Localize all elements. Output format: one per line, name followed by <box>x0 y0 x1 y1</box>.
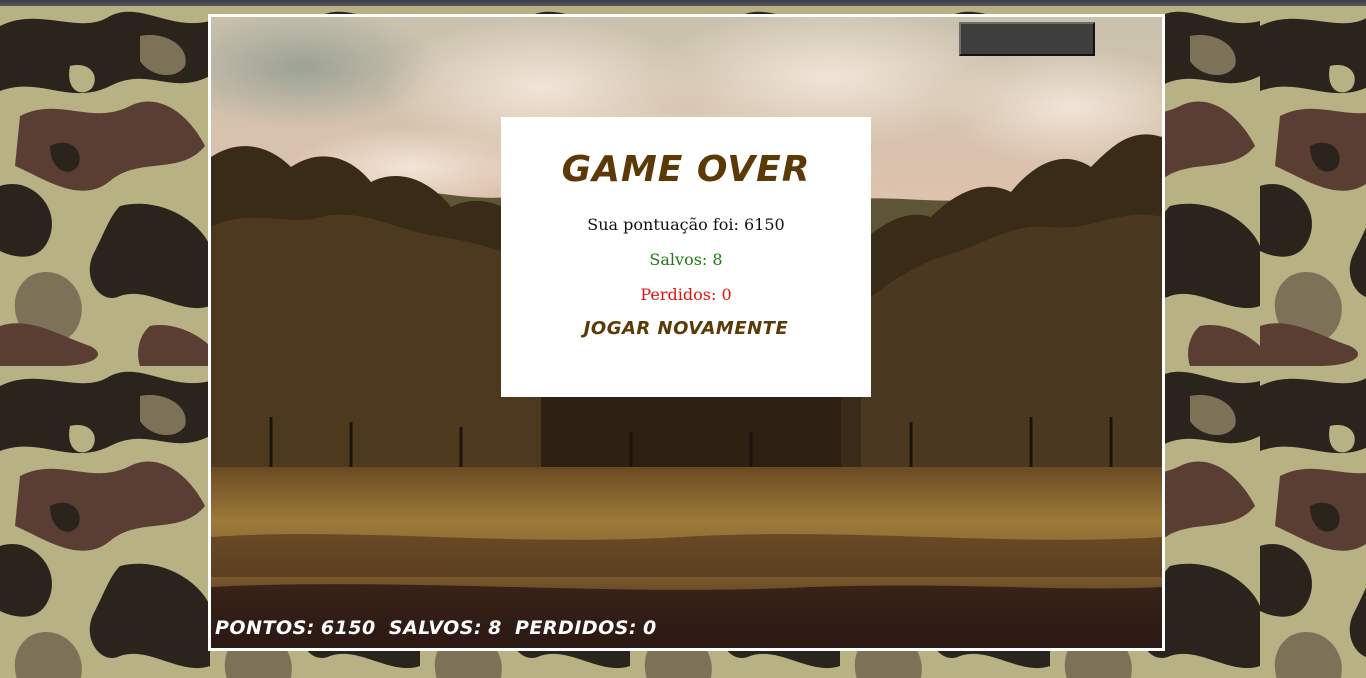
game-over-title: GAME OVER <box>561 149 811 190</box>
saved-count-text: Salvos: 8 <box>649 250 723 269</box>
hud-saved-value: 8 <box>488 617 502 639</box>
hud-points-value: 6150 <box>320 617 376 639</box>
hud-lost-value: 0 <box>643 617 657 639</box>
game-area[interactable]: PONTOS: 6150 SALVOS: 8 PERDIDOS: 0 GAME OVE… <box>208 14 1165 651</box>
hud-points-label: PONTOS: <box>215 617 315 639</box>
play-again-button[interactable]: JOGAR NOVAMENTE <box>584 318 789 339</box>
lost-count-text: Perdidos: 0 <box>640 285 732 304</box>
score-hud: PONTOS: 6150 SALVOS: 8 PERDIDOS: 0 <box>215 617 663 639</box>
game-over-dialog: GAME OVER Sua pontuação foi: 6150 Salvos… <box>501 117 871 397</box>
energy-bar <box>959 22 1095 56</box>
final-score-text: Sua pontuação foi: 6150 <box>587 215 785 234</box>
hud-lost-label: PERDIDOS: <box>514 617 638 639</box>
hud-saved-label: SALVOS: <box>388 617 483 639</box>
